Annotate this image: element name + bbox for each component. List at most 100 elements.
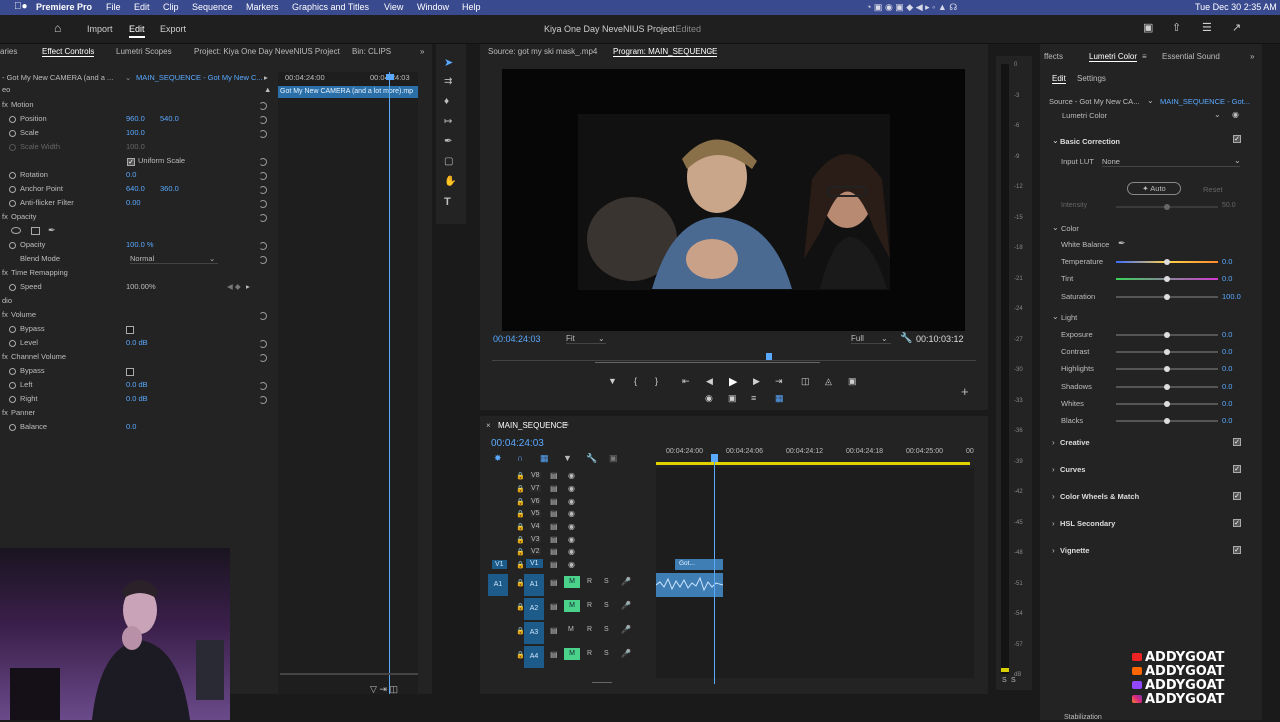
- reset-icon[interactable]: [259, 340, 267, 348]
- ec-zoom-bar[interactable]: [280, 673, 418, 675]
- level-value[interactable]: 0.0 dB: [126, 338, 148, 347]
- reset-icon[interactable]: [259, 158, 267, 166]
- time-remap-label[interactable]: Time Remapping: [11, 268, 68, 277]
- ripple-edit-icon[interactable]: ♦: [444, 96, 449, 107]
- light-slider-knob[interactable]: [1164, 332, 1170, 338]
- play-icon[interactable]: ▶: [729, 375, 737, 388]
- go-to-in-icon[interactable]: ⇤: [682, 376, 690, 387]
- menu-window[interactable]: Window: [417, 2, 449, 12]
- wrench-icon[interactable]: 🔧: [900, 333, 912, 344]
- chevron-down-icon[interactable]: ⌄: [209, 254, 215, 263]
- add-button-icon[interactable]: +: [961, 384, 969, 399]
- light-slider-knob[interactable]: [1164, 418, 1170, 424]
- reset-icon[interactable]: [259, 396, 267, 404]
- ec-playhead[interactable]: [389, 72, 390, 694]
- speed-value[interactable]: 100.00%: [126, 282, 156, 291]
- light-header[interactable]: Light: [1061, 313, 1077, 322]
- go-to-out-icon[interactable]: ⇥: [775, 376, 783, 387]
- chevron-down-icon[interactable]: ⌄: [1214, 110, 1221, 119]
- multicam-icon[interactable]: ▦: [775, 393, 784, 404]
- saturation-slider-knob[interactable]: [1164, 294, 1170, 300]
- mic-icon[interactable]: 🎤: [621, 601, 631, 610]
- record-button[interactable]: R: [587, 578, 592, 585]
- reset-icon[interactable]: [259, 214, 267, 222]
- lumetri-sequence[interactable]: MAIN_SEQUENCE - Got...: [1160, 97, 1250, 106]
- basic-correction-header[interactable]: Basic Correction: [1060, 137, 1120, 146]
- share-icon[interactable]: ⇧: [1172, 21, 1181, 34]
- section-vignette[interactable]: › Vignette ✓: [1040, 546, 1262, 560]
- lock-icon[interactable]: 🔒: [516, 485, 525, 493]
- section-checkbox[interactable]: ✓: [1233, 438, 1241, 446]
- light-value[interactable]: 0.0: [1222, 330, 1232, 339]
- rect-mask-icon[interactable]: [31, 227, 40, 235]
- work-area-bar[interactable]: [656, 462, 970, 465]
- opacity-value[interactable]: 100.0 %: [126, 240, 154, 249]
- stopwatch-icon[interactable]: [9, 172, 16, 179]
- antiflicker-value[interactable]: 0.00: [126, 198, 141, 207]
- workspace-import[interactable]: Import: [87, 24, 113, 34]
- home-icon[interactable]: ⌂: [54, 21, 61, 35]
- light-slider-knob[interactable]: [1164, 401, 1170, 407]
- tint-slider[interactable]: [1116, 276, 1218, 282]
- fullscreen-icon[interactable]: ↗: [1232, 21, 1241, 34]
- saturation-slider[interactable]: [1116, 294, 1218, 300]
- vertical-zoom-bar[interactable]: [592, 682, 612, 683]
- source-patch-v1[interactable]: V1: [492, 560, 507, 569]
- panel-overflow-icon[interactable]: »: [420, 47, 424, 56]
- section-checkbox[interactable]: ✓: [1233, 546, 1241, 554]
- basic-correction-chevron-icon[interactable]: ⌄: [1052, 136, 1059, 145]
- sequence-tab[interactable]: MAIN_SEQUENCE: [498, 421, 567, 430]
- tab-lumetri-scopes[interactable]: Lumetri Scopes: [116, 47, 172, 56]
- menu-view[interactable]: View: [384, 2, 403, 12]
- insert-icon[interactable]: ◫: [801, 376, 810, 387]
- eye-icon[interactable]: ◉: [568, 535, 575, 544]
- pen-mask-icon[interactable]: ✒: [48, 225, 56, 236]
- hand-tool-icon[interactable]: ✋: [444, 176, 456, 187]
- monitor-playhead[interactable]: [766, 353, 772, 360]
- mute-button[interactable]: M: [564, 648, 580, 660]
- eye-icon[interactable]: ◉: [568, 560, 575, 569]
- light-value[interactable]: 0.0: [1222, 347, 1232, 356]
- nest-icon[interactable]: ✸: [494, 453, 502, 464]
- pen-tool-icon[interactable]: ✒: [444, 136, 452, 147]
- video-frame[interactable]: [502, 69, 965, 331]
- light-value[interactable]: 0.0: [1222, 399, 1232, 408]
- stopwatch-icon[interactable]: [9, 368, 16, 375]
- light-value[interactable]: 0.0: [1222, 416, 1232, 425]
- tab-project[interactable]: Project: Kiya One Day NeveNIUS Project: [194, 47, 340, 56]
- anchor-y[interactable]: 360.0: [160, 184, 179, 193]
- position-y[interactable]: 540.0: [160, 114, 179, 123]
- chevron-down-icon[interactable]: ⌄: [125, 73, 131, 82]
- film-icon[interactable]: ▤: [550, 560, 558, 569]
- track-label[interactable]: V2: [530, 548, 541, 555]
- position-x[interactable]: 960.0: [126, 114, 145, 123]
- track-label[interactable]: V7: [530, 485, 541, 492]
- motion-label[interactable]: Motion: [11, 100, 34, 109]
- light-chevron-icon[interactable]: ⌄: [1052, 312, 1059, 321]
- reset-icon[interactable]: [259, 130, 267, 138]
- workspace-export[interactable]: Export: [160, 24, 186, 34]
- track-label[interactable]: V4: [530, 523, 541, 530]
- timeline-playhead[interactable]: [714, 454, 715, 684]
- light-slider-knob[interactable]: [1164, 349, 1170, 355]
- stopwatch-icon[interactable]: [9, 424, 16, 431]
- record-button[interactable]: R: [587, 626, 592, 633]
- intensity-slider[interactable]: [1116, 204, 1218, 210]
- light-slider[interactable]: [1116, 384, 1218, 390]
- solo-button[interactable]: S: [604, 650, 609, 657]
- subtab-edit[interactable]: Edit: [1052, 74, 1066, 84]
- uniform-scale-checkbox[interactable]: ✓: [127, 158, 135, 166]
- color-chevron-icon[interactable]: ⌄: [1052, 223, 1059, 232]
- sync-lock-icon[interactable]: ▤: [550, 578, 558, 587]
- export-frame-icon[interactable]: ◉: [705, 393, 713, 404]
- track-select-icon[interactable]: ⇉: [444, 76, 452, 87]
- eye-icon[interactable]: ◉: [568, 471, 575, 480]
- sync-lock-icon[interactable]: ▤: [550, 650, 558, 659]
- color-header[interactable]: Color: [1061, 224, 1079, 233]
- eye-icon[interactable]: ◉: [568, 509, 575, 518]
- lock-icon[interactable]: 🔒: [516, 561, 525, 569]
- workspace-icon[interactable]: ▣: [1143, 21, 1153, 34]
- reset-icon[interactable]: [259, 354, 267, 362]
- scale-value[interactable]: 100.0: [126, 128, 145, 137]
- track-label[interactable]: V8: [530, 472, 541, 479]
